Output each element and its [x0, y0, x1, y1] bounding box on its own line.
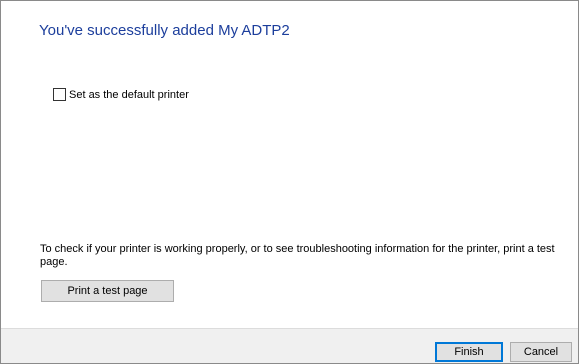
- add-printer-dialog: You've successfully added My ADTP2 Set a…: [0, 0, 579, 364]
- default-printer-label[interactable]: Set as the default printer: [69, 89, 189, 101]
- test-page-info-text: To check if your printer is working prop…: [40, 243, 555, 268]
- print-test-page-button[interactable]: Print a test page: [41, 280, 174, 302]
- dialog-heading: You've successfully added My ADTP2: [39, 22, 290, 39]
- finish-button[interactable]: Finish: [435, 342, 503, 362]
- default-printer-checkbox[interactable]: [53, 88, 66, 101]
- dialog-footer: Finish Cancel: [1, 328, 578, 363]
- default-printer-checkbox-row[interactable]: Set as the default printer: [53, 88, 189, 101]
- cancel-button[interactable]: Cancel: [510, 342, 572, 362]
